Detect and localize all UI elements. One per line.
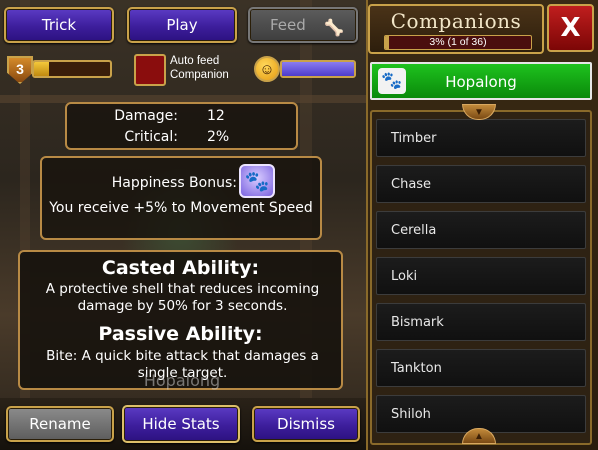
- casted-ability-title: Casted Ability:: [101, 257, 260, 279]
- companion-list-item[interactable]: Cerella: [376, 211, 586, 249]
- collection-progress-text: 3% (1 of 36): [429, 36, 487, 48]
- companion-list-item[interactable]: Loki: [376, 257, 586, 295]
- stats-panel: Damage: 12 Critical: 2%: [65, 102, 298, 150]
- dismiss-button[interactable]: Dismiss: [252, 406, 360, 442]
- play-button[interactable]: Play: [127, 7, 237, 43]
- happiness-bonus-title: Happiness Bonus:: [111, 175, 237, 191]
- rename-button[interactable]: Rename: [6, 406, 114, 442]
- happiness-bonus-description: You receive +5% to Movement Speed: [49, 200, 313, 216]
- happiness-bar-fill: [282, 62, 354, 76]
- companion-name: Loki: [391, 269, 418, 284]
- companion-list-item[interactable]: Tankton: [376, 349, 586, 387]
- selected-companion-name: Hopalong: [445, 73, 517, 91]
- paw-icon: 🐾: [239, 164, 275, 198]
- passive-ability-title: Passive Ability:: [98, 323, 263, 345]
- collection-progress-bar: 3% (1 of 36): [384, 35, 532, 50]
- feed-label: Feed: [270, 16, 306, 34]
- companion-name: Timber: [391, 131, 437, 146]
- companions-header: Companions 3% (1 of 36): [368, 4, 544, 54]
- casted-ability-text: A protective shell that reduces incoming…: [45, 281, 320, 314]
- happiness-bonus-panel: Happiness Bonus: 🐾 You receive +5% to Mo…: [40, 156, 322, 240]
- xp-bar-fill: [34, 62, 50, 76]
- critical-value: 2%: [207, 129, 230, 145]
- xp-bar: [32, 60, 112, 78]
- pet-name-overlay: Hopalong: [143, 371, 221, 390]
- companion-list-item[interactable]: Chase: [376, 165, 586, 203]
- companion-name: Bismark: [391, 315, 444, 330]
- selected-companion[interactable]: 🐾 Hopalong: [370, 62, 592, 100]
- companion-name: Chase: [391, 177, 432, 192]
- feed-button[interactable]: Feed 🦴: [248, 7, 358, 43]
- smiley-icon: ☺: [254, 56, 280, 82]
- level-value: 3: [16, 61, 24, 77]
- companion-name: Shiloh: [391, 407, 431, 422]
- damage-label: Damage:: [114, 108, 178, 124]
- trick-button[interactable]: Trick: [4, 7, 114, 43]
- companion-list-item[interactable]: Timber: [376, 119, 586, 157]
- bone-icon: 🦴: [324, 18, 344, 37]
- companion-list-item[interactable]: Bismark: [376, 303, 586, 341]
- damage-value: 12: [207, 108, 225, 124]
- close-icon: X: [560, 13, 581, 43]
- companion-name: Tankton: [391, 361, 442, 376]
- autofeed-checkbox[interactable]: [134, 54, 166, 86]
- companions-title: Companions: [390, 9, 522, 33]
- companion-name: Cerella: [391, 223, 437, 238]
- critical-label: Critical:: [124, 129, 178, 145]
- autofeed-label: Auto feed Companion: [170, 55, 229, 81]
- close-button[interactable]: X: [547, 4, 594, 52]
- happiness-bar: [280, 60, 356, 78]
- abilities-panel: Casted Ability: A protective shell that …: [18, 250, 343, 390]
- hide-stats-button[interactable]: Hide Stats: [122, 405, 240, 443]
